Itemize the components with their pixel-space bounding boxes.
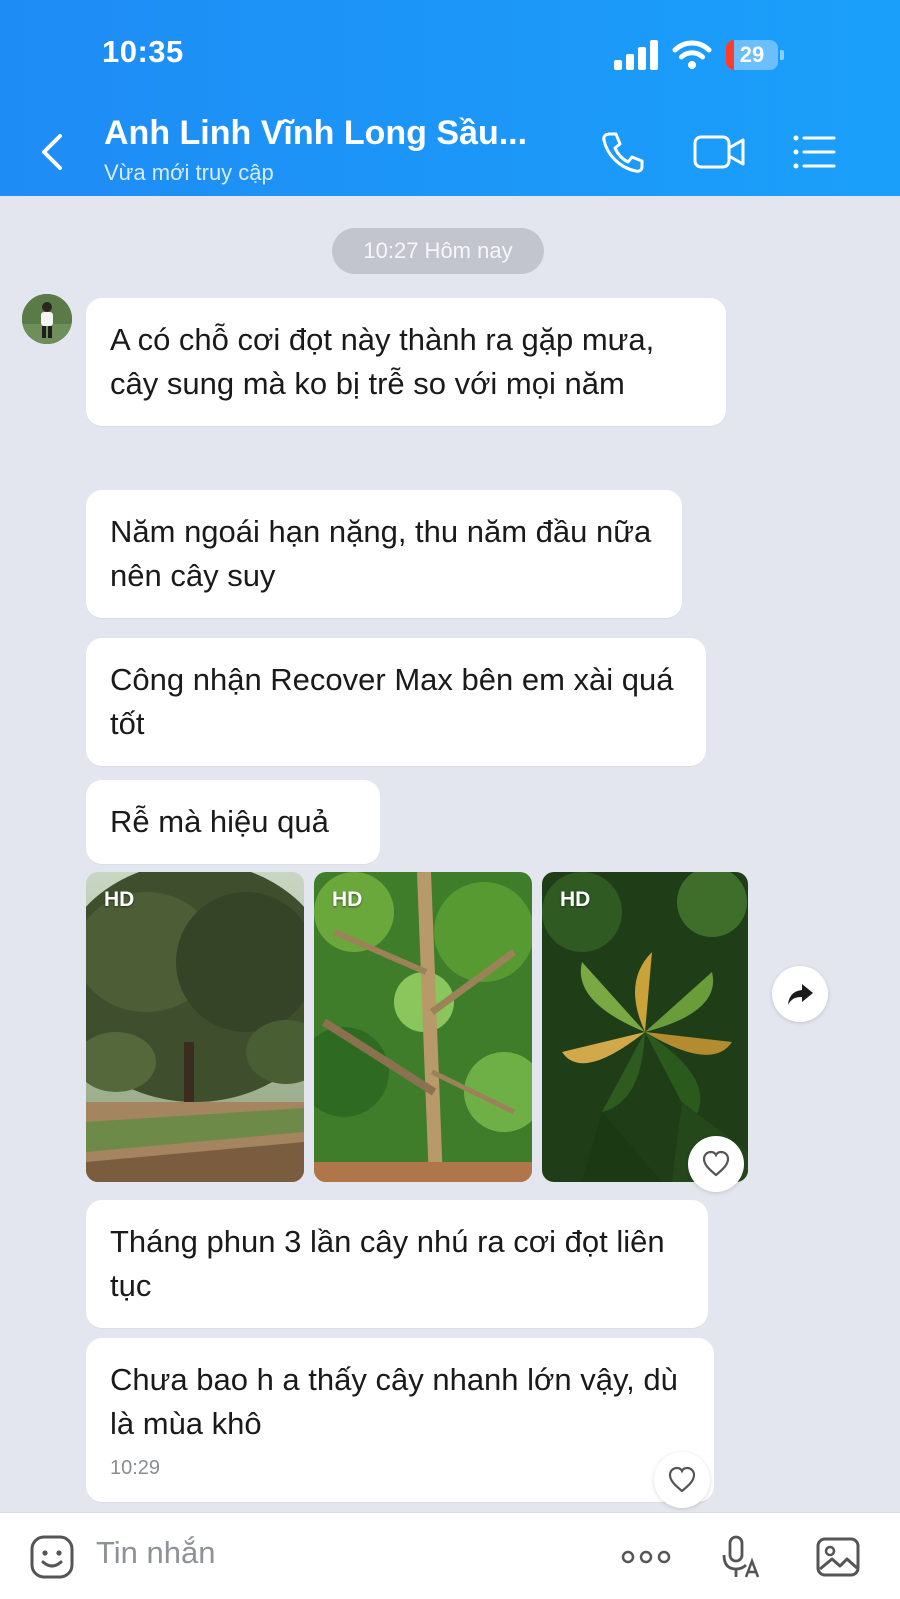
signal-icon <box>614 40 660 70</box>
message-text: Năm ngoái hạn nặng, thu năm đầu nữa nên … <box>110 514 652 593</box>
image-icon[interactable] <box>814 1533 862 1581</box>
photo-branches[interactable]: HD <box>314 872 532 1182</box>
message-bubble[interactable]: Rễ mà hiệu quả <box>86 780 380 864</box>
battery-icon: 29 <box>726 40 784 70</box>
date-separator: 10:27 Hôm nay <box>332 228 544 274</box>
heart-icon <box>668 1466 696 1493</box>
sticker-icon[interactable] <box>28 1533 76 1581</box>
contact-name[interactable]: Anh Linh Vĩnh Long Sầu... <box>104 114 527 153</box>
message-text: Tháng phun 3 lần cây nhú ra cơi đọt liên… <box>110 1224 665 1303</box>
phone-icon[interactable] <box>598 128 646 176</box>
voice-to-text-icon[interactable] <box>716 1533 764 1581</box>
heart-icon <box>702 1150 730 1177</box>
contact-status: Vừa mới truy cập <box>104 160 274 185</box>
video-call-icon[interactable] <box>692 128 748 176</box>
hd-badge: HD <box>332 888 363 911</box>
message-bubble[interactable]: Chưa bao h a thấy cây nhanh lớn vậy, dù … <box>86 1338 714 1502</box>
chat-header: 10:35 29 Anh Linh Vĩnh Long Sầu... Vừa m… <box>0 0 900 196</box>
message-bubble[interactable]: Công nhận Recover Max bên em xài quá tốt <box>86 638 706 766</box>
message-time: 10:29 <box>110 1457 161 1479</box>
more-icon[interactable] <box>618 1533 674 1581</box>
react-heart-button[interactable] <box>688 1136 744 1192</box>
message-bubble[interactable]: A có chỗ cơi đọt này thành ra gặp mưa, c… <box>86 298 726 426</box>
status-time: 10:35 <box>102 34 184 69</box>
wifi-icon <box>672 38 712 70</box>
message-bubble[interactable]: Năm ngoái hạn nặng, thu năm đầu nữa nên … <box>86 490 682 618</box>
message-text: Chưa bao h a thấy cây nhanh lớn vậy, dù … <box>110 1362 678 1441</box>
hd-badge: HD <box>104 888 135 911</box>
forward-icon <box>788 984 813 1005</box>
battery-level: 29 <box>739 42 765 67</box>
hd-badge: HD <box>560 888 591 911</box>
react-heart-button[interactable] <box>654 1452 710 1508</box>
menu-icon[interactable] <box>790 128 838 176</box>
share-button[interactable] <box>772 966 828 1022</box>
message-input-bar: Tin nhắn <box>0 1512 900 1599</box>
photo-orchard[interactable]: HD <box>86 872 304 1182</box>
message-text: Rễ mà hiệu quả <box>110 804 329 839</box>
contact-avatar[interactable] <box>22 294 72 344</box>
message-bubble[interactable]: Tháng phun 3 lần cây nhú ra cơi đọt liên… <box>86 1200 708 1328</box>
message-text: A có chỗ cơi đọt này thành ra gặp mưa, c… <box>110 322 655 401</box>
message-input[interactable]: Tin nhắn <box>96 1535 216 1571</box>
back-icon[interactable] <box>36 130 72 174</box>
message-text: Công nhận Recover Max bên em xài quá tốt <box>110 662 674 741</box>
